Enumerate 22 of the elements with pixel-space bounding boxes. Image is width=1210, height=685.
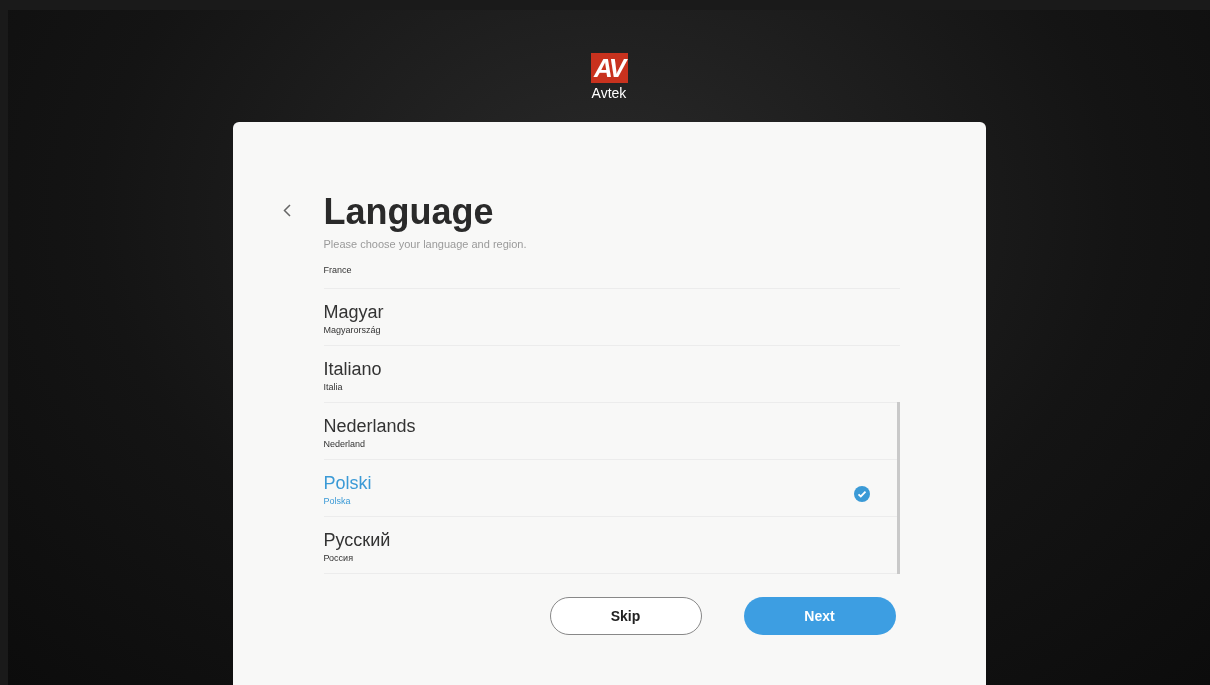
language-item[interactable]: Italiano Italia: [323, 346, 900, 403]
back-icon[interactable]: [282, 204, 291, 217]
skip-button[interactable]: Skip: [549, 597, 702, 635]
region-name: Polska: [323, 496, 352, 506]
language-name: Italiano: [323, 358, 382, 380]
page-subtitle: Please choose your language and region.: [323, 238, 527, 250]
page-title: Language: [323, 192, 495, 232]
scrollbar[interactable]: [896, 402, 900, 574]
check-icon: [853, 486, 870, 502]
logo-mark: AV: [590, 53, 628, 83]
region-name: Nederland: [323, 439, 367, 449]
region-name: Россия: [323, 553, 354, 563]
language-item[interactable]: Magyar Magyarország: [323, 289, 900, 346]
logo-name: Avtek: [591, 85, 627, 101]
language-name: Polski: [323, 472, 372, 494]
language-name: Nederlands: [323, 415, 416, 437]
region-name: France: [323, 265, 352, 275]
language-item[interactable]: France: [323, 260, 900, 289]
region-name: Italia: [323, 382, 344, 392]
language-name: Русский: [323, 529, 391, 551]
region-name: Magyarország: [323, 325, 382, 335]
language-name: Magyar: [323, 301, 384, 323]
